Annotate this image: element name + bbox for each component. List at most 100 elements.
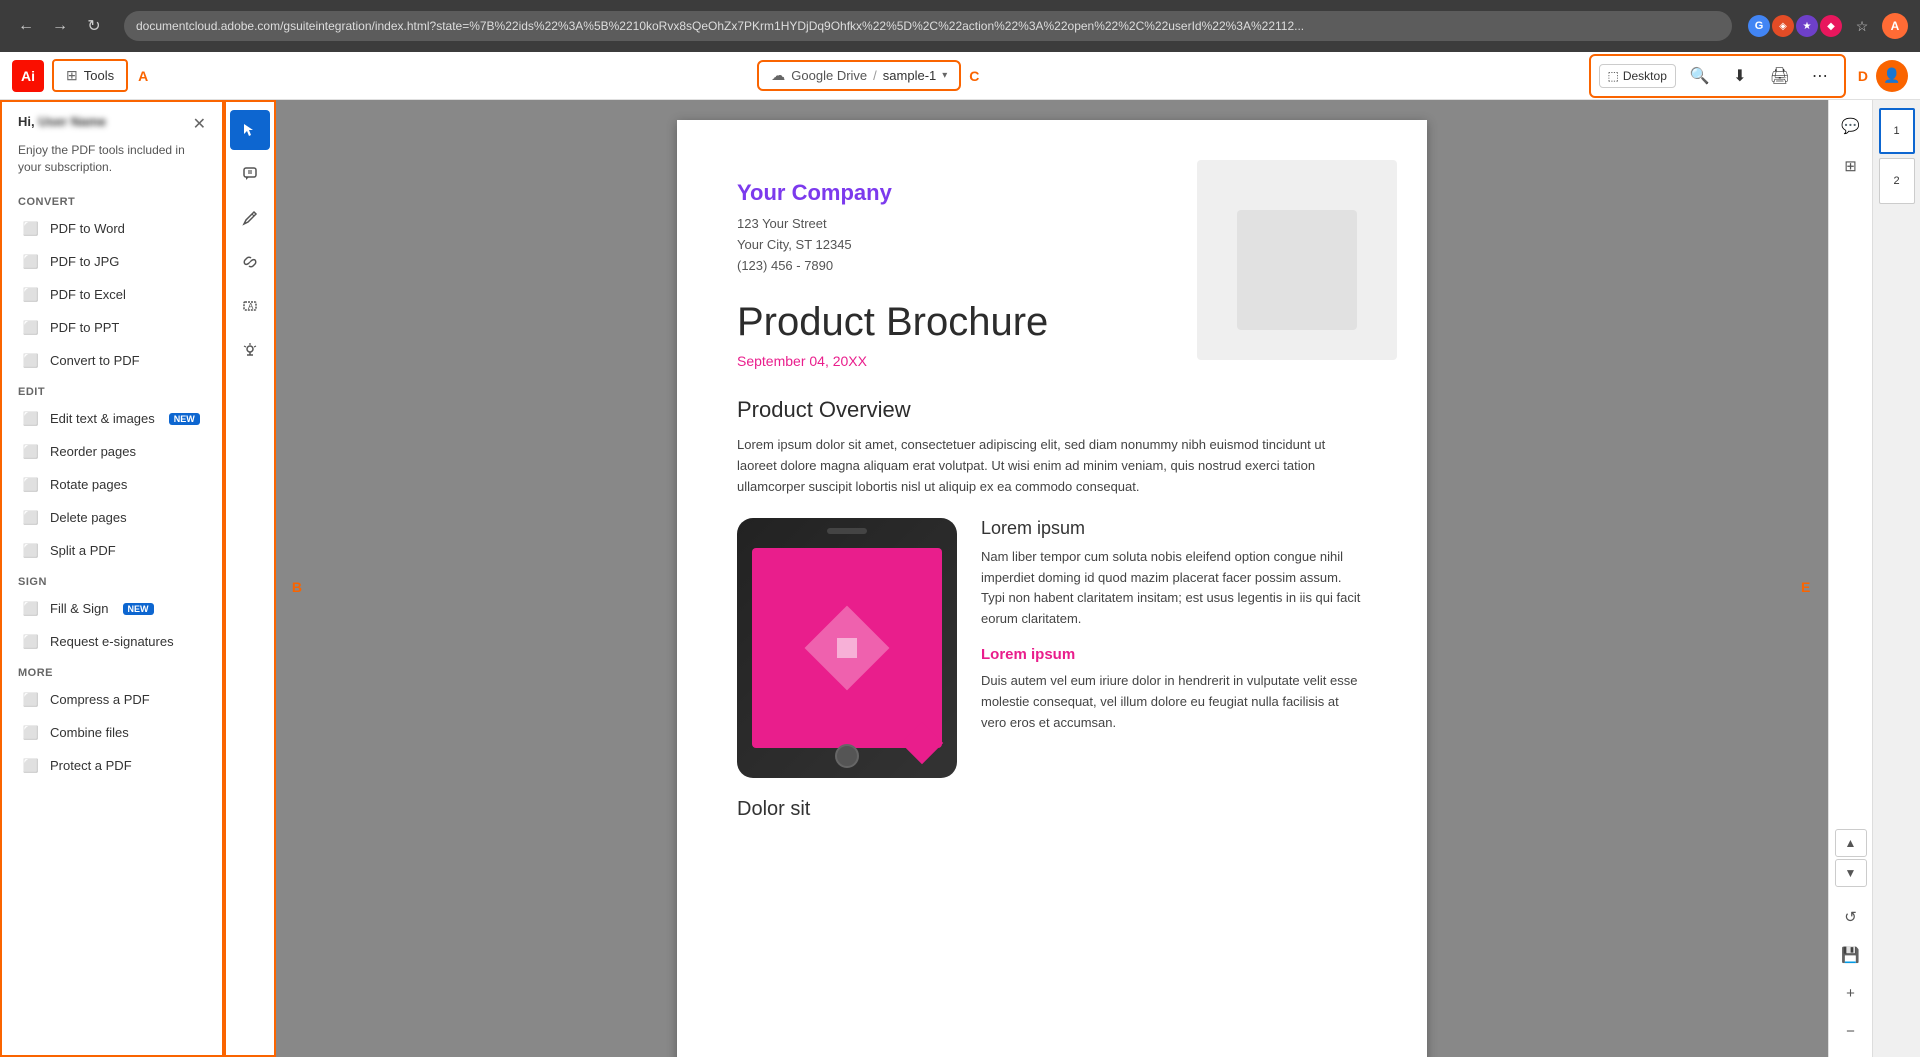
breadcrumb-dropdown-icon[interactable]: ▾ — [942, 70, 947, 81]
document-area[interactable]: Your Company 123 Your Street Your City, … — [276, 100, 1828, 1057]
user-avatar[interactable]: 👤 — [1876, 60, 1908, 92]
convert-to-pdf-label: Convert to PDF — [50, 353, 140, 368]
sidebar-subtitle: Enjoy the PDF tools included in your sub… — [2, 142, 222, 188]
toolbar-link-button[interactable] — [230, 242, 270, 282]
page-thumb-1[interactable]: 1 — [1879, 108, 1915, 154]
section-label-sign: SIGN — [2, 568, 222, 592]
scroll-down-button[interactable]: ▼ — [1835, 859, 1867, 887]
zoom-in-button[interactable]: + — [1833, 975, 1869, 1011]
zoom-out-button[interactable]: − — [1833, 1013, 1869, 1049]
url-text: documentcloud.adobe.com/gsuiteintegratio… — [136, 19, 1304, 33]
cloud-icon: ☁ — [771, 67, 785, 84]
scroll-controls: ▲ ▼ — [1835, 829, 1867, 887]
user-name-blurred: User Name — [38, 114, 106, 129]
profile-avatar[interactable]: A — [1882, 13, 1908, 39]
delete-pages-icon: ⬜ — [22, 509, 40, 527]
left-sidebar: Hi, User Name ✕ Enjoy the PDF tools incl… — [0, 100, 224, 1057]
pdf-to-jpg-icon: ⬜ — [22, 253, 40, 271]
edit-text-images-icon: ⬜ — [22, 410, 40, 428]
protect-pdf-icon: ⬜ — [22, 757, 40, 775]
sidebar-item-delete-pages[interactable]: ⬜ Delete pages — [6, 502, 218, 534]
save-button[interactable]: 💾 — [1833, 937, 1869, 973]
split-pdf-icon: ⬜ — [22, 542, 40, 560]
toolbar-select-button[interactable] — [230, 110, 270, 150]
doc-sub-title1: Lorem ipsum — [981, 518, 1367, 539]
rotate-pages-label: Rotate pages — [50, 477, 127, 492]
page-num-2: 2 — [1893, 175, 1899, 187]
sidebar-item-combine-files[interactable]: ⬜ Combine files — [6, 717, 218, 749]
page-thumb-2[interactable]: 2 — [1879, 158, 1915, 204]
toolbar-textbox-button[interactable]: A — [230, 286, 270, 326]
document-page: Your Company 123 Your Street Your City, … — [677, 120, 1427, 1057]
star-button[interactable]: ☆ — [1848, 12, 1876, 40]
label-b: B — [292, 579, 302, 595]
sidebar-item-fill-sign[interactable]: ⬜ Fill & Sign NEW — [6, 593, 218, 625]
pdf-to-ppt-icon: ⬜ — [22, 319, 40, 337]
label-e: E — [1801, 579, 1810, 595]
sidebar-item-edit-text-images[interactable]: ⬜ Edit text & images NEW — [6, 403, 218, 435]
scroll-up-button[interactable]: ▲ — [1835, 829, 1867, 857]
cloud-label: Google Drive — [791, 68, 867, 83]
rotate-pages-icon: ⬜ — [22, 476, 40, 494]
reorder-pages-label: Reorder pages — [50, 444, 136, 459]
pdf-to-excel-label: PDF to Excel — [50, 287, 126, 302]
compress-pdf-icon: ⬜ — [22, 691, 40, 709]
edit-text-images-badge: NEW — [169, 413, 200, 425]
doc-last-title: Dolor sit — [737, 798, 1367, 821]
breadcrumb-container[interactable]: ☁ Google Drive / sample-1 ▾ — [757, 60, 961, 91]
sidebar-close-button[interactable]: ✕ — [193, 114, 206, 134]
back-button[interactable]: ← — [12, 12, 40, 40]
protect-pdf-label: Protect a PDF — [50, 758, 132, 773]
grid-view-button[interactable]: ⊞ — [1833, 148, 1869, 184]
toolbar-comment-button[interactable] — [230, 154, 270, 194]
browser-nav: ← → ↻ — [12, 12, 108, 40]
convert-to-pdf-icon: ⬜ — [22, 352, 40, 370]
tools-button[interactable]: ⊞ Tools — [52, 59, 128, 92]
edit-text-images-label: Edit text & images — [50, 411, 155, 426]
label-d: D — [1858, 68, 1868, 84]
address-bar[interactable]: documentcloud.adobe.com/gsuiteintegratio… — [124, 11, 1732, 41]
sidebar-item-pdf-to-ppt[interactable]: ⬜ PDF to PPT — [6, 312, 218, 344]
phone-image — [737, 518, 957, 778]
combine-files-label: Combine files — [50, 725, 129, 740]
select-cursor-icon — [242, 122, 258, 138]
download-button[interactable]: ⬇ — [1724, 60, 1756, 92]
phone-home-button — [835, 744, 859, 768]
sidebar-item-rotate-pages[interactable]: ⬜ Rotate pages — [6, 469, 218, 501]
adobe-logo[interactable]: Ai — [12, 60, 44, 92]
sidebar-item-pdf-to-word[interactable]: ⬜ PDF to Word — [6, 213, 218, 245]
sidebar-item-convert-to-pdf[interactable]: ⬜ Convert to PDF — [6, 345, 218, 377]
sidebar-item-protect-pdf[interactable]: ⬜ Protect a PDF — [6, 750, 218, 782]
draw-pen-icon — [242, 210, 258, 226]
sidebar-item-request-esig[interactable]: ⬜ Request e-signatures — [6, 626, 218, 658]
toolbar-stamp-button[interactable] — [230, 330, 270, 370]
more-button[interactable]: ⋯ — [1804, 60, 1836, 92]
doc-name: sample-1 — [883, 68, 936, 83]
pdf-to-ppt-label: PDF to PPT — [50, 320, 119, 335]
ext-icon-4[interactable]: ◆ — [1820, 15, 1842, 37]
label-c: C — [969, 68, 979, 84]
forward-button[interactable]: → — [46, 12, 74, 40]
sidebar-header: Hi, User Name ✕ — [2, 102, 222, 142]
sidebar-item-pdf-to-jpg[interactable]: ⬜ PDF to JPG — [6, 246, 218, 278]
zoom-reset-button[interactable]: ↺ — [1833, 899, 1869, 935]
sidebar-item-compress-pdf[interactable]: ⬜ Compress a PDF — [6, 684, 218, 716]
header-center: ☁ Google Drive / sample-1 ▾ C — [156, 60, 1580, 91]
comment-panel-button[interactable]: 💬 — [1833, 108, 1869, 144]
label-a: A — [138, 68, 148, 84]
fill-sign-icon: ⬜ — [22, 600, 40, 618]
refresh-button[interactable]: ↻ — [80, 12, 108, 40]
ext-icon-3[interactable]: ★ — [1796, 15, 1818, 37]
desktop-button[interactable]: ⬚ Desktop — [1599, 64, 1676, 88]
print-button[interactable]: 🖨 — [1764, 60, 1796, 92]
sidebar-item-pdf-to-excel[interactable]: ⬜ PDF to Excel — [6, 279, 218, 311]
section-label-edit: EDIT — [2, 378, 222, 402]
pdf-to-excel-icon: ⬜ — [22, 286, 40, 304]
ext-icon-2[interactable]: ◈ — [1772, 15, 1794, 37]
sidebar-item-reorder-pages[interactable]: ⬜ Reorder pages — [6, 436, 218, 468]
sidebar-item-split-pdf[interactable]: ⬜ Split a PDF — [6, 535, 218, 567]
ext-icon-1[interactable]: G — [1748, 15, 1770, 37]
toolbar-draw-button[interactable] — [230, 198, 270, 238]
tools-label: Tools — [84, 68, 114, 83]
search-button[interactable]: 🔍 — [1684, 60, 1716, 92]
